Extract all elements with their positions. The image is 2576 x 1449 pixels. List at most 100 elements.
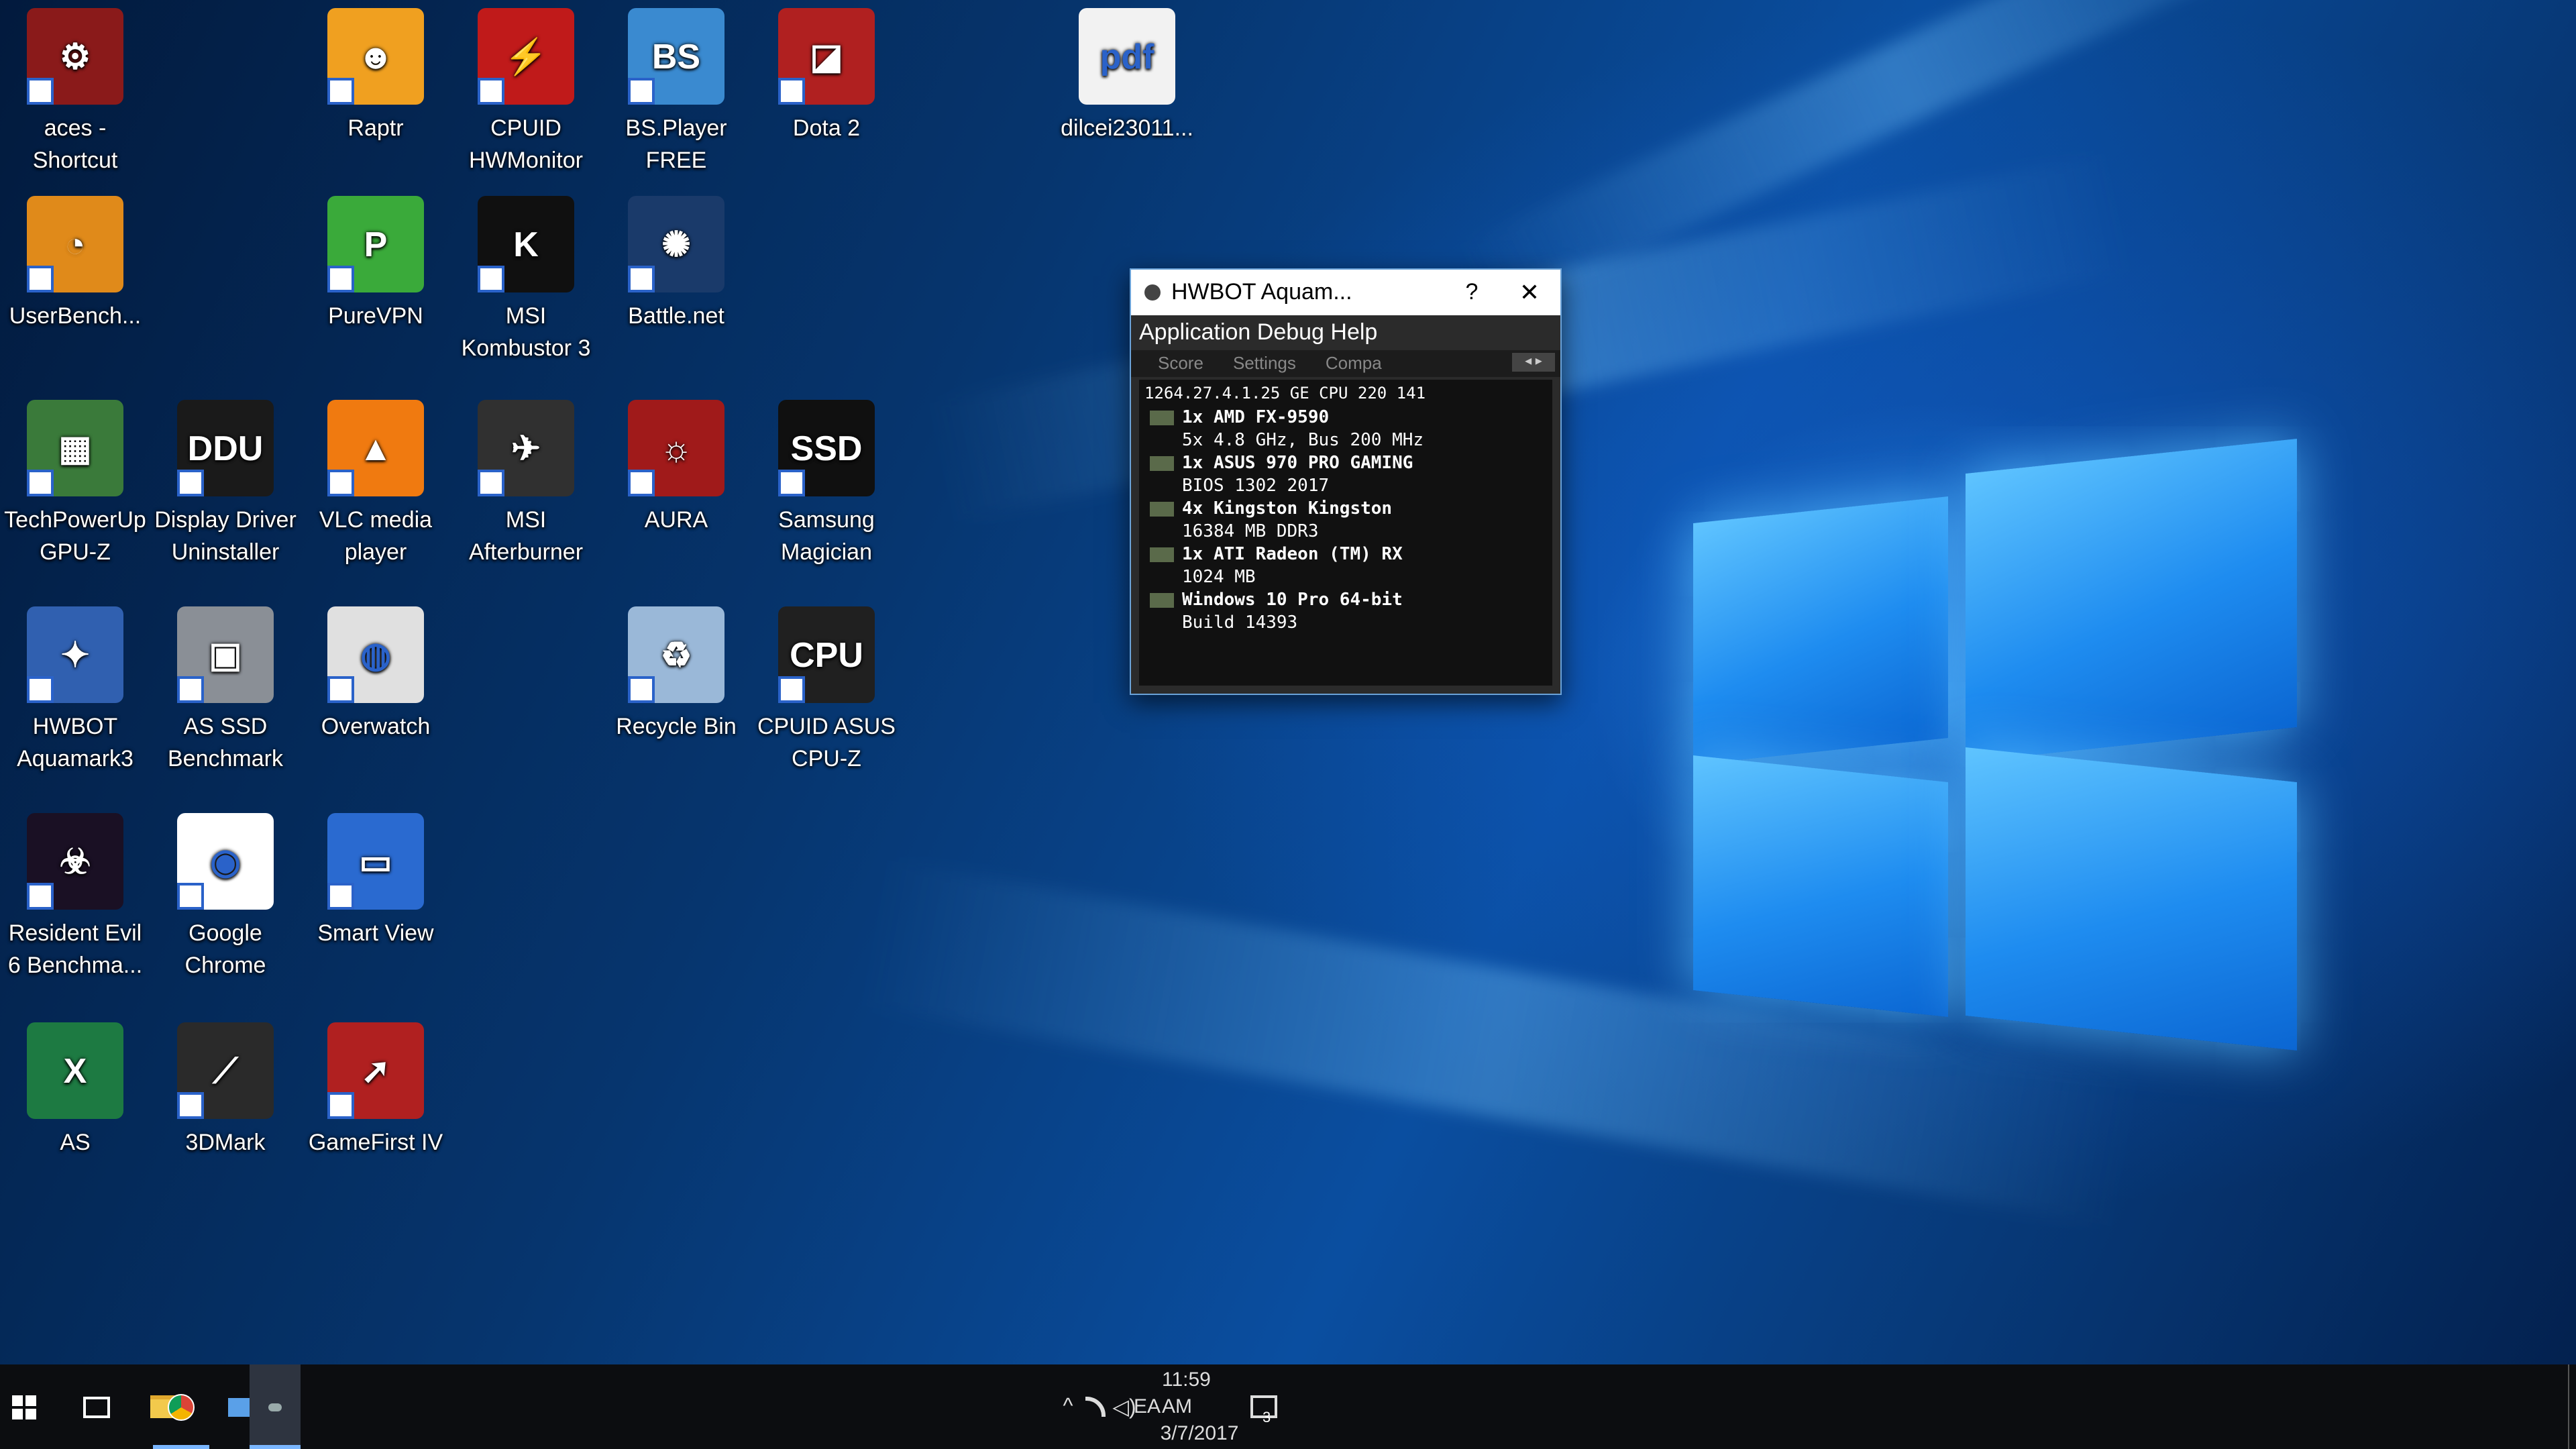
desktop-shortcut[interactable]: ▲ VLC media player <box>301 392 451 593</box>
desktop-shortcut[interactable]: X AS <box>0 1014 150 1216</box>
desktop-background: ⚙ aces - Shortcut ◔ UserBench... ▦ TechPowerU… <box>0 0 2576 1364</box>
clock-time: 11:59 AM <box>1162 1368 1211 1417</box>
desktop-shortcut[interactable]: DDU Display Driver Uninstaller <box>150 392 301 593</box>
help-button[interactable]: ? <box>1445 279 1499 306</box>
desktop-shortcut[interactable]: P PureVPN <box>301 188 451 389</box>
desktop-shortcut-label: Display Driver Uninstaller <box>154 507 297 565</box>
purevpn-icon: P <box>327 196 424 292</box>
desktop-shortcut-label: GameFirst IV <box>308 1130 443 1155</box>
desktop-shortcut[interactable]: ⚙ aces - Shortcut <box>0 0 150 201</box>
app-icon <box>1144 284 1161 301</box>
network-icon[interactable] <box>1081 1364 1108 1449</box>
hardware-row: Windows 10 Pro 64-bit <box>1139 589 1552 612</box>
desktop-shortcut[interactable]: ◉ Google Chrome <box>150 805 301 1006</box>
desktop-shortcut[interactable]: SSD Samsung Magician <box>751 392 902 593</box>
excel-file-icon: X <box>27 1022 123 1119</box>
desktop-shortcut[interactable]: ◔ UserBench... <box>0 188 150 389</box>
screen: ⚙ aces - Shortcut ◔ UserBench... ▦ TechPowerU… <box>0 0 2576 1449</box>
hwbot-aquamark-window[interactable]: HWBOT Aquam... ? ✕ Application Debug Hel… <box>1130 268 1562 695</box>
desktop-shortcut[interactable]: ⚡ CPUID HWMonitor <box>451 0 601 201</box>
desktop-shortcut-label: PureVPN <box>328 303 423 329</box>
hardware-row-text: 1x ATI Radeon (TM) RX <box>1182 545 1403 565</box>
desktop-shortcut-label: dilcei23011... <box>1061 115 1193 141</box>
cpuz-icon: CPU <box>778 606 875 703</box>
userbenchmark-icon: ◔ <box>27 196 123 292</box>
language-indicator[interactable]: EA <box>1134 1364 1161 1449</box>
desktop-shortcut[interactable]: ⟋ 3DMark <box>150 1014 301 1216</box>
windows-start-icon <box>12 1395 36 1419</box>
hardware-row: 1x ATI Radeon (TM) RX <box>1139 543 1552 566</box>
menu-bar[interactable]: Application Debug Help <box>1131 315 1560 350</box>
tab-strip[interactable]: Score Settings Compa ◂ ▸ <box>1131 350 1560 377</box>
desktop-shortcut-label: AS <box>60 1130 91 1155</box>
hwmonitor-icon: ⚡ <box>478 8 574 105</box>
desktop-shortcut[interactable]: ➚ GameFirst IV <box>301 1014 451 1216</box>
hardware-row-icon <box>1150 411 1174 425</box>
desktop-shortcut[interactable]: pdf dilcei23011... <box>1052 0 1202 201</box>
taskbar: ^ ◁) EA 11:59 AM 3/7/2017 3 <box>0 1364 2576 1449</box>
desktop-shortcut[interactable]: ☻ Raptr <box>301 0 451 201</box>
desktop-shortcut[interactable]: BS BS.Player FREE <box>601 0 751 201</box>
action-center-button[interactable]: 3 <box>1240 1364 1288 1449</box>
aura-icon: ☼ <box>628 400 724 496</box>
desktop-shortcut[interactable]: ▣ AS SSD Benchmark <box>150 598 301 800</box>
desktop-shortcut[interactable]: ▦ TechPowerUp GPU-Z <box>0 392 150 593</box>
desktop-shortcut[interactable]: ◍ Overwatch <box>301 598 451 800</box>
desktop-shortcut-label: MSI Afterburner <box>468 507 584 565</box>
ddu-icon: DDU <box>177 400 274 496</box>
desktop-shortcut[interactable]: CPU CPUID ASUS CPU-Z <box>751 598 902 800</box>
hwbot-taskbar-button[interactable] <box>250 1364 301 1449</box>
tab-settings[interactable]: Settings <box>1233 350 1296 377</box>
hardware-row: 1x AMD FX-9590 <box>1139 407 1552 429</box>
dota2-icon: ◪ <box>778 8 875 105</box>
desktop-shortcut[interactable]: ▭ Smart View <box>301 805 451 1006</box>
recycle-bin-icon: ♻ <box>628 606 724 703</box>
desktop-shortcut-label: VLC media player <box>319 507 433 565</box>
hardware-list: 1x AMD FX-9590 5x 4.8 GHz, Bus 200 MHz 1x … <box>1139 407 1552 635</box>
desktop-shortcut-label: Google Chrome <box>184 920 266 978</box>
vlc-icon: ▲ <box>327 400 424 496</box>
desktop-shortcut-label: AS SSD Benchmark <box>168 714 283 771</box>
hwbot-aquamark3-icon: ✦ <box>27 606 123 703</box>
desktop-shortcut[interactable]: ✈ MSI Afterburner <box>451 392 601 593</box>
task-view-icon <box>83 1396 110 1417</box>
desktop-shortcut-label: HWBOT Aquamark3 <box>17 714 133 771</box>
hwbot-active-indicator <box>250 1445 301 1449</box>
show-desktop-button[interactable] <box>2568 1364 2576 1449</box>
tab-scroll-arrows[interactable]: ◂ ▸ <box>1512 353 1555 372</box>
desktop-shortcut[interactable]: K MSI Kombustor 3 <box>451 188 601 389</box>
chrome-icon: ◉ <box>177 813 274 910</box>
desktop-shortcut[interactable]: ✦ HWBOT Aquamark3 <box>0 598 150 800</box>
hardware-row: 4x Kingston Kingston <box>1139 498 1552 521</box>
clock[interactable]: 11:59 AM 3/7/2017 <box>1161 1364 1239 1449</box>
desktop-shortcut-label: BS.Player FREE <box>625 115 727 173</box>
start-button[interactable] <box>0 1364 48 1449</box>
close-button[interactable]: ✕ <box>1499 278 1560 307</box>
show-hidden-icons-button[interactable]: ^ <box>1055 1364 1081 1449</box>
chrome-taskbar-button[interactable] <box>153 1364 209 1449</box>
chrome-active-indicator <box>153 1445 209 1449</box>
desktop-shortcut-label: Overwatch <box>321 714 431 739</box>
desktop-shortcut[interactable]: ♻ Recycle Bin <box>601 598 751 800</box>
desktop-shortcut-label: CPUID HWMonitor <box>468 115 583 173</box>
raptr-icon: ☻ <box>327 8 424 105</box>
hardware-row-text: 1024 MB <box>1182 568 1256 588</box>
hardware-row-text: Windows 10 Pro 64-bit <box>1182 590 1403 610</box>
desktop-shortcut-label: Resident Evil 6 Benchma... <box>7 920 143 978</box>
hardware-row-text: 4x Kingston Kingston <box>1182 499 1393 519</box>
notification-count-badge: 3 <box>1263 1410 1271 1426</box>
3dmark-icon: ⟋ <box>177 1022 274 1119</box>
tab-compare[interactable]: Compa <box>1326 350 1382 377</box>
as-ssd-icon: ▣ <box>177 606 274 703</box>
desktop-shortcut[interactable]: ◪ Dota 2 <box>751 0 902 201</box>
aces-shortcut-icon: ⚙ <box>27 8 123 105</box>
desktop-shortcut[interactable]: ✺ Battle.net <box>601 188 751 389</box>
desktop-shortcut-label: Dota 2 <box>792 115 861 141</box>
window-titlebar[interactable]: HWBOT Aquam... ? ✕ <box>1131 270 1560 315</box>
desktop-shortcut-label: TechPowerUp GPU-Z <box>4 507 146 565</box>
store-icon <box>228 1397 250 1416</box>
tab-score[interactable]: Score <box>1158 350 1203 377</box>
desktop-shortcut[interactable]: ☣ Resident Evil 6 Benchma... <box>0 805 150 1006</box>
hardware-row-text: 1x AMD FX-9590 <box>1182 408 1330 428</box>
desktop-shortcut[interactable]: ☼ AURA <box>601 392 751 593</box>
